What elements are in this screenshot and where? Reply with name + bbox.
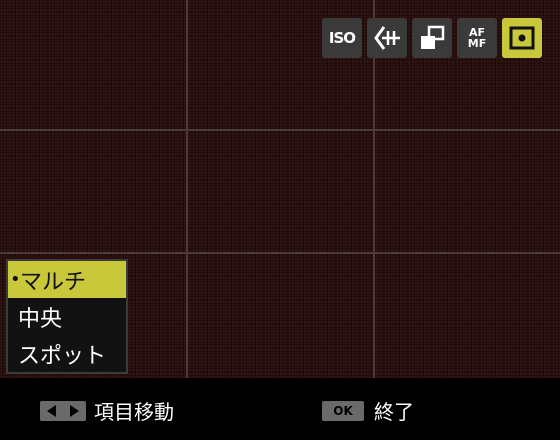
drive-mode-button[interactable] — [412, 18, 452, 58]
menu-item-label: 中央 — [18, 306, 63, 332]
metering-mode-menu: • マルチ 中央 スポット — [6, 259, 128, 374]
menu-item-label: スポット — [18, 343, 107, 369]
menu-item-multi[interactable]: • マルチ — [8, 261, 126, 298]
menu-item-label: マルチ — [20, 269, 87, 295]
grid-line — [186, 0, 188, 378]
ok-key-icon: OK — [322, 400, 364, 421]
menu-item-spot[interactable]: スポット — [8, 335, 126, 372]
mf-label: MF — [467, 37, 487, 50]
exit-hint: OK 終了 — [322, 396, 414, 425]
white-balance-icon — [374, 26, 400, 50]
move-item-hint: 項目移動 — [40, 396, 174, 425]
settings-toolbar: ISO AF MF — [322, 18, 542, 58]
footer-hints: 項目移動 OK 終了 — [0, 378, 560, 440]
metering-button[interactable] — [502, 18, 542, 58]
grid-line — [0, 129, 560, 131]
selected-bullet: • — [10, 269, 21, 290]
drive-mode-icon — [421, 25, 445, 49]
left-right-arrow-icon — [40, 400, 86, 421]
move-item-label: 項目移動 — [94, 400, 174, 424]
exit-label: 終了 — [374, 400, 414, 424]
metering-icon — [509, 26, 535, 50]
iso-button[interactable]: ISO — [322, 18, 362, 58]
white-balance-button[interactable] — [367, 18, 407, 58]
menu-item-center[interactable]: 中央 — [8, 298, 126, 335]
af-mf-icon: AF MF — [468, 27, 486, 49]
live-view-screen: ISO AF MF • マルチ 中央 スポット — [0, 0, 560, 378]
iso-icon: ISO — [328, 29, 356, 47]
grid-line — [0, 252, 560, 254]
af-mf-button[interactable]: AF MF — [457, 18, 497, 58]
